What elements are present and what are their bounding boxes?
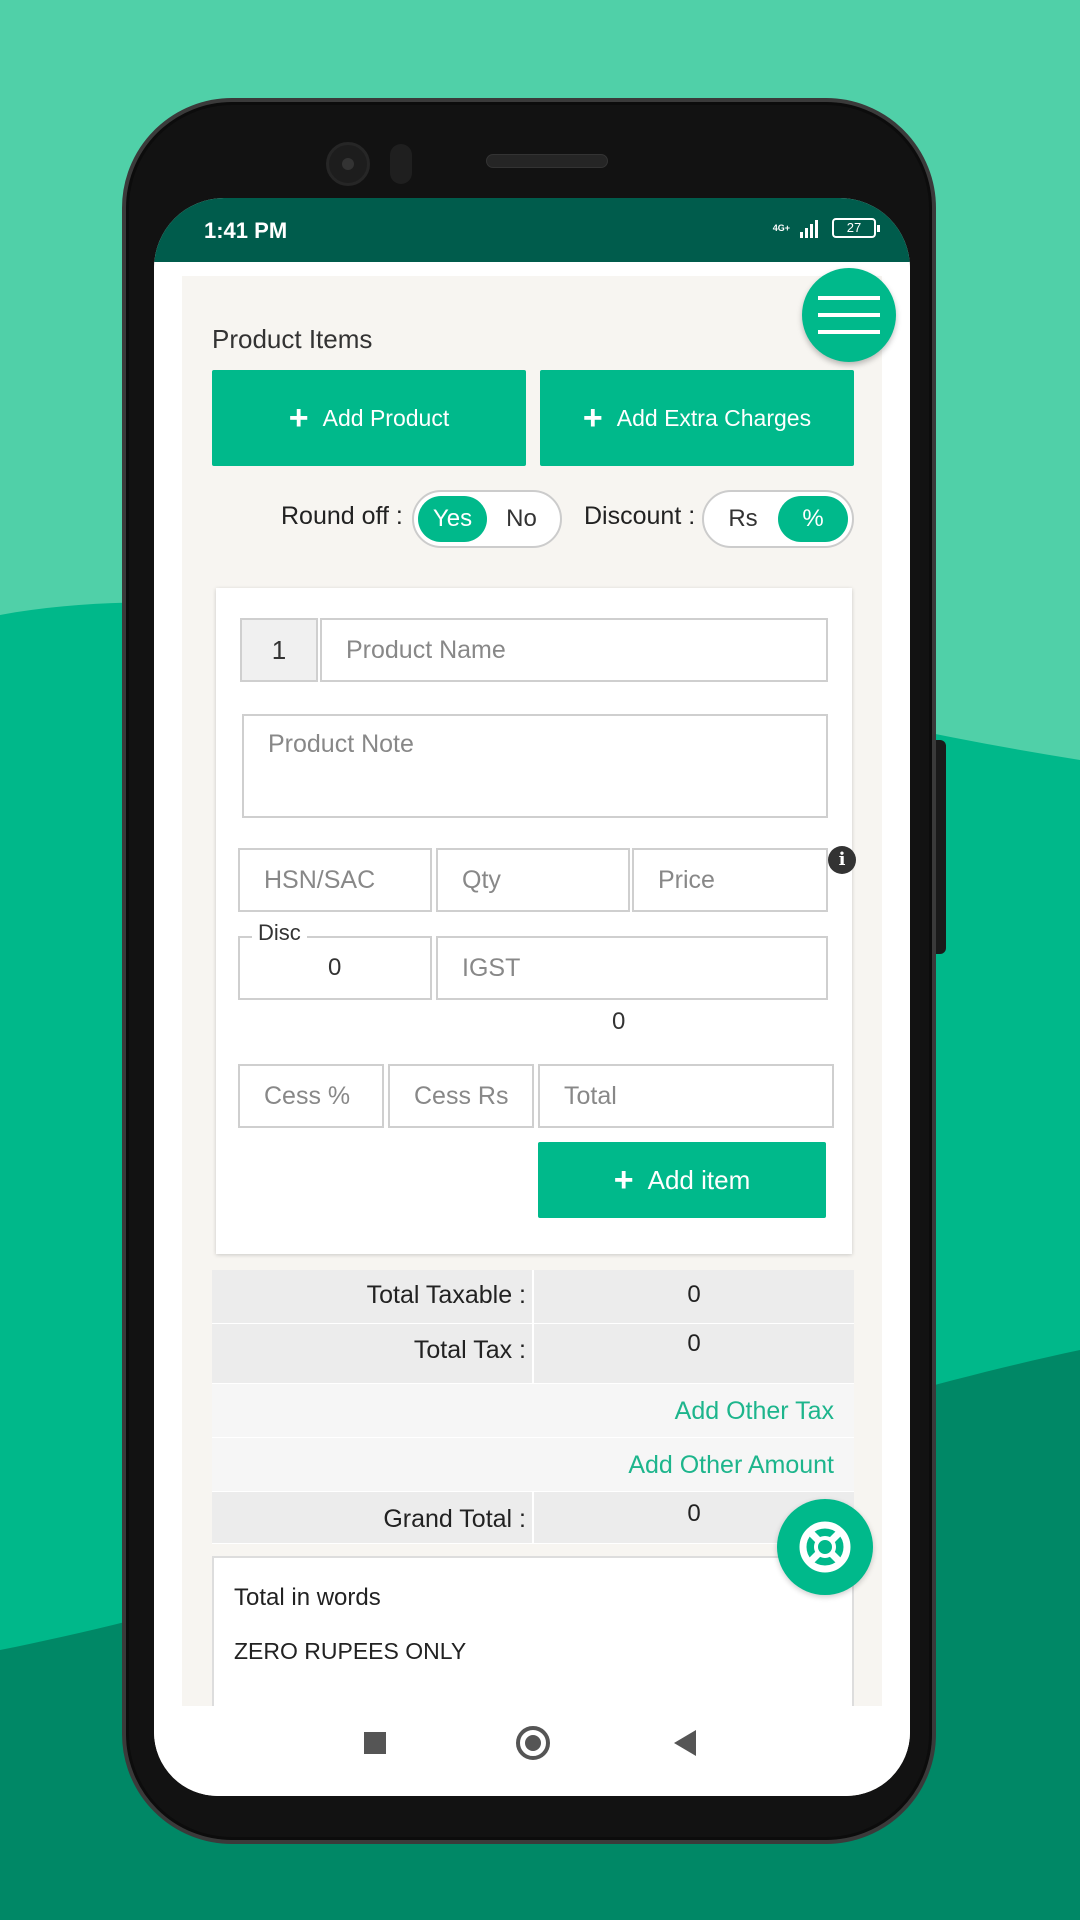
add-item-button[interactable]: + Add item [538,1142,826,1218]
total-taxable-row: Total Taxable : 0 [212,1270,854,1324]
disc-label: Disc [252,920,307,946]
add-product-button[interactable]: + Add Product [212,370,526,466]
item-entry-card: 1 Product Name Product Note HSN/SAC Qty … [216,588,856,1254]
total-tax-row: Total Tax : 0 [212,1324,854,1384]
add-other-tax-link[interactable]: Add Other Tax [212,1384,854,1437]
hsn-sac-input[interactable]: HSN/SAC [238,848,432,912]
earpiece-speaker [486,154,608,168]
info-icon[interactable]: i [828,846,856,874]
product-note-input[interactable]: Product Note [242,714,828,818]
status-icons: 4G+ 27 [772,218,880,238]
discount-percent[interactable]: % [778,496,848,542]
round-off-toggle[interactable]: Yes No [412,490,562,548]
main-content[interactable]: Product Items + Add Product + Add Extra … [154,262,910,1706]
total-taxable-value: 0 [687,1281,701,1308]
cess-percent-input[interactable]: Cess % [238,1064,384,1128]
status-time: 1:41 PM [204,218,288,243]
total-in-words-text: ZERO RUPEES ONLY [234,1638,467,1664]
add-extra-charges-button[interactable]: + Add Extra Charges [540,370,854,466]
network-type: 4G+ [772,222,790,233]
round-off-no[interactable]: No [487,496,556,542]
discount-toggle[interactable]: Rs % [702,490,854,548]
plus-icon: + [613,1161,634,1199]
menu-line [818,313,880,317]
lifebuoy-icon[interactable] [777,1499,873,1595]
section-title: Product Items [212,324,373,354]
front-camera [326,142,370,186]
round-off-yes[interactable]: Yes [418,496,487,542]
total-input[interactable]: Total [538,1064,834,1128]
plus-icon: + [582,399,603,437]
plus-icon: + [288,399,309,437]
item-index: 1 [240,618,318,682]
camera-lens [342,158,354,170]
total-in-words-box: Total in words ZERO RUPEES ONLY [212,1556,854,1706]
hamburger-menu-icon[interactable] [802,268,896,362]
total-tax-value: 0 [687,1330,701,1357]
discount-label: Discount : [584,502,696,530]
discount-rs[interactable]: Rs [708,496,778,542]
grand-total-label: Grand Total : [212,1492,534,1543]
add-other-amount-link[interactable]: Add Other Amount [212,1438,854,1491]
add-product-label: Add Product [322,404,450,431]
phone-screen: 1:41 PM 4G+ 27 Product Items + Add Produ… [154,198,910,1796]
menu-line [818,330,880,334]
cess-rs-input[interactable]: Cess Rs [388,1064,534,1128]
lifebuoy-glyph [799,1521,851,1573]
grand-total-row: Grand Total : 0 [212,1492,854,1544]
add-extra-charges-label: Add Extra Charges [616,404,812,431]
product-name-input[interactable]: Product Name [320,618,828,682]
proximity-sensor [390,144,412,184]
round-off-label: Round off : [281,502,403,530]
total-tax-label: Total Tax : [212,1324,534,1383]
igst-input[interactable]: IGST [436,936,828,1000]
add-item-label: Add item [647,1164,751,1195]
igst-value: 0 [612,1008,626,1035]
price-input[interactable]: Price [632,848,828,912]
circle-home-icon[interactable] [516,1726,550,1760]
total-in-words-title: Total in words [234,1584,381,1611]
back-triangle-icon[interactable] [674,1730,696,1756]
battery-level: 27 [846,220,862,235]
home-dot [525,1735,541,1751]
qty-input[interactable]: Qty [436,848,630,912]
total-taxable-label: Total Taxable : [212,1270,534,1323]
battery-icon: 27 [832,218,880,238]
disc-value: 0 [328,954,342,981]
signal-icon [800,220,818,238]
status-bar: 1:41 PM 4G+ 27 [154,198,910,262]
menu-line [818,296,880,300]
system-nav-bar [154,1706,910,1796]
add-other-tax-row: Add Other Tax [212,1384,854,1438]
totals-table: Total Taxable : 0 Total Tax : 0 Add Othe… [212,1270,854,1544]
square-icon[interactable] [364,1732,386,1754]
add-other-amount-row: Add Other Amount [212,1438,854,1492]
